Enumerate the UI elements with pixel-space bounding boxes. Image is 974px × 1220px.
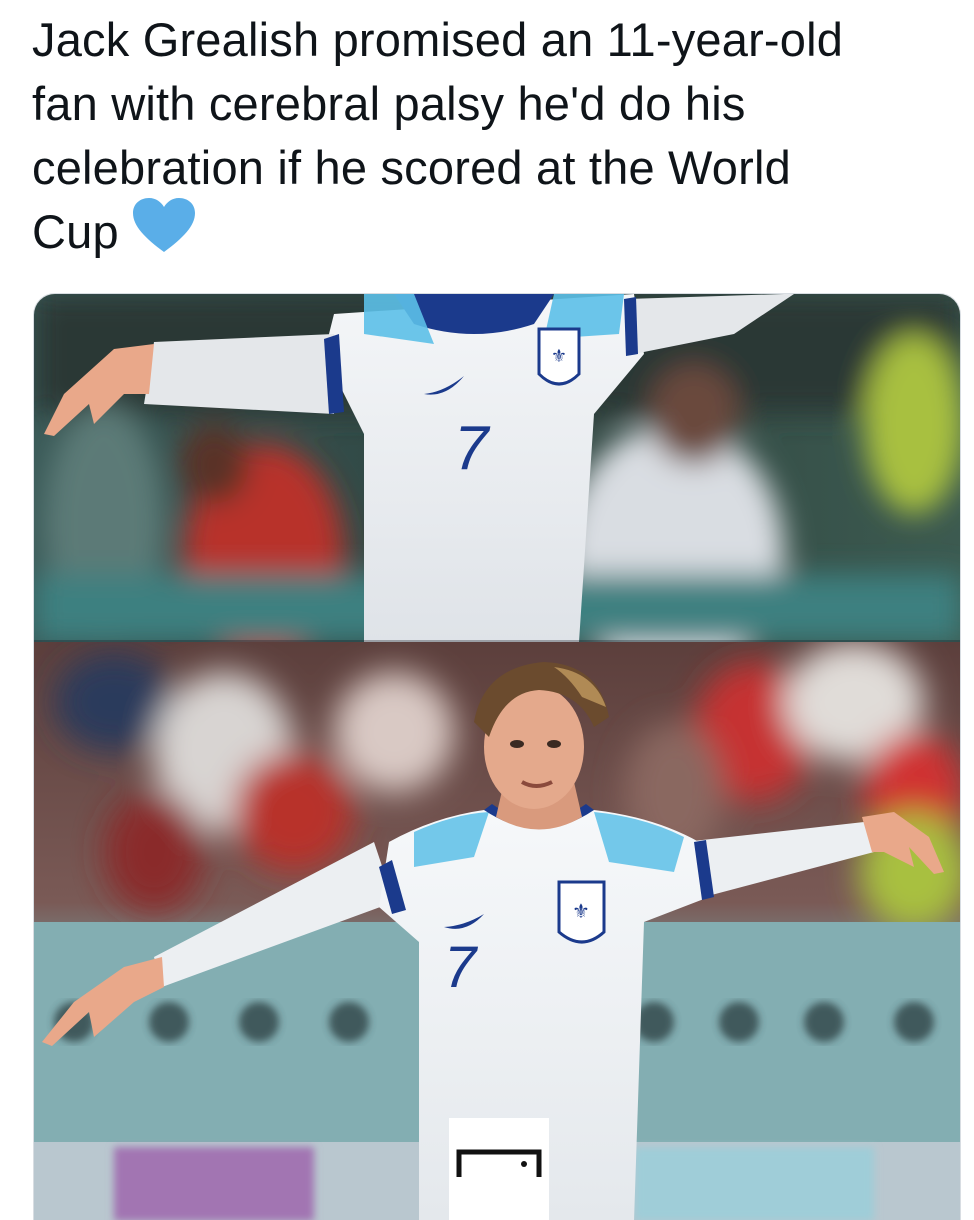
shirt-number-top: 7 (454, 414, 491, 483)
shirt-number-bottom: 7 (444, 935, 479, 1000)
tweet-text: Jack Grealish promised an 11-year-old fa… (32, 8, 932, 270)
tweet-media[interactable]: ⚜ 7 ⚜ 7 (33, 293, 961, 1220)
tweet-text-word: Cup (32, 205, 119, 258)
tweet-text-line: celebration if he scored at the World (32, 141, 791, 194)
tweet-text-line-last: Cup (32, 197, 932, 270)
bottom-photo[interactable]: ⚜ 7 (34, 642, 960, 1220)
svg-text:⚜: ⚜ (572, 901, 590, 923)
blue-heart-icon (131, 196, 197, 270)
tweet-text-line: Jack Grealish promised an 11-year-old (32, 13, 844, 66)
svg-text:⚜: ⚜ (551, 346, 567, 366)
top-photo[interactable]: ⚜ 7 (34, 294, 960, 642)
tweet-text-line: fan with cerebral palsy he'd do his (32, 77, 746, 130)
